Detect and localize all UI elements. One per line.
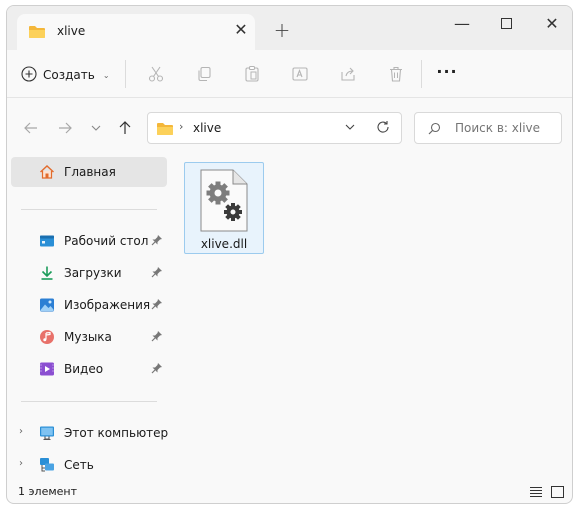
- recent-locations-button[interactable]: [85, 118, 107, 140]
- expand-chevron-icon[interactable]: ›: [19, 458, 23, 469]
- maximize-button[interactable]: [491, 12, 521, 36]
- network-icon: [39, 457, 55, 473]
- desktop-icon: [39, 233, 55, 249]
- share-icon: [339, 65, 357, 86]
- minimize-button[interactable]: —: [447, 12, 477, 36]
- chevron-down-icon: ⌄: [102, 70, 110, 80]
- close-window-button[interactable]: ✕: [537, 12, 567, 36]
- address-bar[interactable]: › xlive: [147, 112, 402, 144]
- chevron-down-icon: [91, 122, 101, 136]
- command-bar: Создать ⌄ ···: [7, 50, 572, 98]
- pin-icon: [151, 298, 163, 313]
- tab-title: xlive: [57, 24, 86, 38]
- sidebar-item-label: Рабочий стол: [64, 234, 149, 248]
- up-button[interactable]: [114, 118, 136, 140]
- sidebar-item-videos[interactable]: Видео: [11, 354, 167, 384]
- tab-xlive[interactable]: xlive ✕: [17, 14, 255, 50]
- status-bar: 1 элемент: [7, 482, 572, 503]
- search-box[interactable]: [414, 112, 562, 144]
- sidebar-item-desktop[interactable]: Рабочий стол: [11, 226, 167, 256]
- folder-icon: [28, 24, 46, 43]
- create-label: Создать: [43, 68, 95, 82]
- sidebar-item-network[interactable]: › Сеть: [11, 450, 167, 480]
- title-bar: xlive ✕ + — ✕: [7, 6, 572, 50]
- dll-file-icon: [199, 169, 249, 236]
- breadcrumb-chevron-icon[interactable]: ›: [179, 120, 183, 133]
- sidebar-item-downloads[interactable]: Загрузки: [11, 258, 167, 288]
- toolbar-divider: [125, 60, 126, 88]
- pin-icon: [151, 362, 163, 377]
- create-button[interactable]: Создать ⌄: [21, 64, 110, 86]
- rename-icon: [291, 65, 309, 86]
- clipboard-icon: [243, 65, 261, 86]
- forward-button[interactable]: [54, 118, 76, 140]
- sidebar-item-home[interactable]: Главная: [11, 157, 167, 187]
- breadcrumb-xlive[interactable]: xlive: [193, 121, 221, 135]
- sidebar-item-music[interactable]: Музыка: [11, 322, 167, 352]
- trash-icon: [387, 65, 405, 86]
- navigation-pane: Главная Рабочий стол Загрузки Изображени…: [7, 152, 172, 472]
- sidebar-item-pictures[interactable]: Изображения: [11, 290, 167, 320]
- sidebar-item-label: Главная: [64, 165, 116, 179]
- pictures-icon: [39, 297, 55, 313]
- rename-button[interactable]: [289, 64, 311, 86]
- file-name: xlive.dll: [200, 237, 248, 251]
- sidebar-item-label: Видео: [64, 362, 104, 376]
- folder-icon: [156, 121, 174, 140]
- copy-icon: [195, 65, 213, 86]
- pin-icon: [151, 330, 163, 345]
- pin-icon: [151, 266, 163, 281]
- sidebar-item-label: Загрузки: [64, 266, 122, 280]
- sidebar-item-label: Изображения: [64, 298, 151, 312]
- sidebar-divider: [21, 401, 157, 402]
- computer-icon: [39, 425, 55, 441]
- music-icon: [39, 329, 55, 345]
- search-icon: [428, 122, 441, 138]
- arrow-right-icon: [58, 121, 72, 138]
- copy-button[interactable]: [193, 64, 215, 86]
- share-button[interactable]: [337, 64, 359, 86]
- back-button[interactable]: [20, 118, 42, 140]
- item-count: 1 элемент: [18, 485, 77, 498]
- toolbar-divider: [421, 60, 422, 88]
- details-view-button[interactable]: [529, 486, 543, 501]
- home-icon: [39, 164, 55, 180]
- file-item[interactable]: xlive.dll: [184, 162, 264, 254]
- cut-button[interactable]: [145, 64, 167, 86]
- delete-button[interactable]: [385, 64, 407, 86]
- file-explorer-window: xlive ✕ + — ✕ Создать ⌄ ··· › xlive Поис…: [6, 5, 573, 504]
- scissors-icon: [147, 65, 165, 86]
- refresh-button[interactable]: [376, 120, 390, 137]
- paste-button[interactable]: [241, 64, 263, 86]
- tiles-view-button[interactable]: [551, 486, 564, 501]
- arrow-up-icon: [118, 120, 132, 138]
- expand-chevron-icon[interactable]: ›: [19, 426, 23, 437]
- sidebar-item-this-pc[interactable]: › Этот компьютер: [11, 418, 169, 448]
- more-options-button[interactable]: ···: [435, 64, 459, 86]
- sidebar-item-label: Музыка: [64, 330, 112, 344]
- sidebar-divider: [21, 209, 157, 210]
- pin-icon: [151, 234, 163, 249]
- downloads-icon: [39, 265, 55, 281]
- plus-circle-icon: [21, 65, 37, 85]
- sidebar-item-label: Сеть: [64, 458, 94, 472]
- address-dropdown-button[interactable]: [344, 121, 356, 136]
- sidebar-item-label: Этот компьютер: [64, 426, 169, 440]
- search-input[interactable]: [455, 121, 559, 135]
- new-tab-button[interactable]: +: [271, 20, 293, 42]
- arrow-left-icon: [24, 121, 38, 138]
- videos-icon: [39, 361, 55, 377]
- tab-close-button[interactable]: ✕: [231, 20, 251, 40]
